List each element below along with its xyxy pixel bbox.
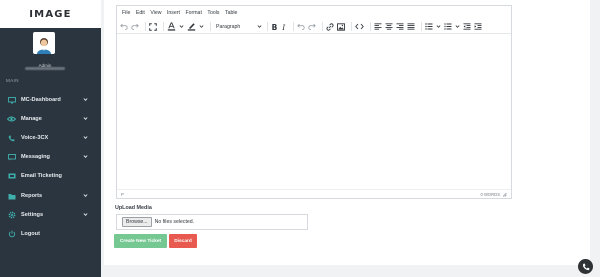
bold-icon[interactable]: B	[271, 22, 278, 32]
sidebar-item-label: Manage	[21, 116, 42, 122]
section-label: MAIN	[6, 78, 19, 83]
image-icon[interactable]	[337, 22, 345, 32]
power-icon	[7, 230, 16, 239]
italic-icon[interactable]: I	[281, 22, 287, 32]
menu-insert[interactable]: Insert	[167, 10, 180, 16]
sidebar-item-label: Settings	[21, 212, 44, 218]
chat-icon	[7, 153, 16, 162]
sidebar-item-messaging[interactable]: Messaging	[0, 149, 101, 165]
toolbar-divider	[210, 22, 211, 31]
toolbar-divider	[351, 22, 352, 31]
sidebar-item-reports[interactable]: Reports	[0, 188, 101, 204]
numbered-list-icon[interactable]	[444, 22, 452, 32]
user-avatar-icon	[37, 38, 51, 54]
chevron-down-icon	[83, 155, 88, 158]
element-path[interactable]: P	[121, 192, 124, 197]
undo-icon[interactable]	[297, 22, 305, 32]
upload-media-label: UpLoad Media	[115, 205, 152, 211]
rich-text-editor: File Edit View Insert Format Tools Table	[116, 5, 512, 199]
gear-icon	[7, 211, 16, 220]
chevron-down-icon	[83, 213, 88, 216]
menu-edit[interactable]: Edit	[136, 10, 145, 16]
redo-icon[interactable]	[308, 22, 316, 32]
call-button[interactable]	[578, 259, 593, 274]
chevron-down-icon	[83, 117, 88, 120]
toolbar-divider	[293, 22, 294, 31]
chevron-down-icon	[83, 136, 88, 139]
resize-handle-icon[interactable]	[502, 192, 507, 197]
text-color-icon[interactable]	[167, 22, 176, 32]
ticket-icon	[7, 172, 16, 181]
chevron-down-icon[interactable]	[455, 22, 460, 32]
editor-menubar: File Edit View Insert Format Tools Table	[117, 6, 511, 19]
toolbar-divider	[267, 22, 268, 31]
toolbar-divider	[370, 22, 371, 31]
highlight-color-icon[interactable]	[187, 22, 196, 32]
file-upload-input[interactable]: Browse... No files selected.	[116, 214, 308, 230]
menu-view[interactable]: View	[150, 10, 161, 16]
chevron-down-icon	[83, 98, 88, 101]
editor-toolbar: Paragraph B I	[117, 20, 511, 34]
sidebar-item-label: Logout	[21, 231, 40, 237]
brand-logo: IMAGE	[29, 8, 72, 20]
phone-icon	[582, 263, 589, 270]
chevron-down-icon[interactable]	[436, 22, 441, 32]
align-center-icon[interactable]	[385, 22, 393, 32]
chevron-down-icon[interactable]	[199, 22, 204, 32]
menu-format[interactable]: Format	[185, 10, 201, 16]
logo-bar: IMAGE	[0, 0, 101, 28]
sidebar-item-label: Reports	[21, 193, 43, 199]
indent-icon[interactable]	[474, 22, 482, 32]
editor-statusbar: P 0 WORDS	[117, 189, 511, 198]
align-justify-icon[interactable]	[407, 22, 415, 32]
code-icon[interactable]	[355, 22, 364, 32]
sidebar-item-voice-3cx[interactable]: Voice-3CX	[0, 130, 101, 146]
redo-icon[interactable]	[131, 22, 139, 32]
svg-text:I: I	[281, 23, 286, 31]
word-count: 0 WORDS	[480, 191, 500, 197]
monitor-icon	[7, 96, 16, 105]
user-role: Admin	[38, 63, 52, 68]
sidebar-item-label: Messaging	[21, 154, 50, 160]
align-left-icon[interactable]	[374, 22, 382, 32]
toolbar-divider	[421, 22, 422, 31]
sidebar-item-label: MC-Dashboard	[21, 97, 61, 103]
create-ticket-button[interactable]: Create New Ticket	[114, 234, 167, 248]
file-status: No files selected.	[154, 219, 195, 225]
browse-button[interactable]: Browse...	[122, 217, 152, 227]
folder-icon	[7, 192, 16, 201]
block-format-value: Paragraph	[216, 23, 241, 30]
toolbar-divider	[145, 22, 146, 31]
fullscreen-icon[interactable]	[149, 22, 157, 32]
outdent-icon[interactable]	[463, 22, 471, 32]
chevron-down-icon[interactable]	[179, 22, 184, 32]
svg-text:B: B	[272, 23, 278, 31]
phone-icon	[7, 134, 16, 143]
sidebar-item-settings[interactable]: Settings	[0, 207, 101, 223]
menu-tools[interactable]: Tools	[207, 10, 219, 16]
eye-icon	[7, 115, 16, 124]
sidebar-item-logout[interactable]: Logout	[0, 226, 101, 242]
sidebar-item-email-ticketing[interactable]: Email Ticketing	[0, 168, 101, 184]
toolbar-divider	[322, 22, 323, 31]
block-format-select[interactable]: Paragraph	[214, 22, 264, 32]
sidebar-item-mc-dashboard[interactable]: MC-Dashboard	[0, 92, 101, 108]
discard-button[interactable]: Discard	[169, 234, 197, 248]
menu-file[interactable]: File	[122, 10, 130, 16]
sidebar-item-manage[interactable]: Manage	[0, 111, 101, 127]
link-icon[interactable]	[326, 22, 334, 32]
align-right-icon[interactable]	[396, 22, 404, 32]
sidebar-item-label: Voice-3CX	[21, 135, 49, 141]
menu-table[interactable]: Table	[225, 10, 237, 16]
toolbar-divider	[163, 22, 164, 31]
chevron-down-icon	[83, 194, 88, 197]
sidebar-item-label: Email Ticketing	[21, 173, 62, 179]
undo-icon[interactable]	[120, 22, 128, 32]
sidebar: IMAGE Admin MAIN MC-Dashboard Manage Voi…	[0, 0, 101, 277]
chevron-down-icon	[257, 25, 262, 28]
bullet-list-icon[interactable]	[425, 22, 433, 32]
avatar[interactable]	[33, 32, 55, 54]
